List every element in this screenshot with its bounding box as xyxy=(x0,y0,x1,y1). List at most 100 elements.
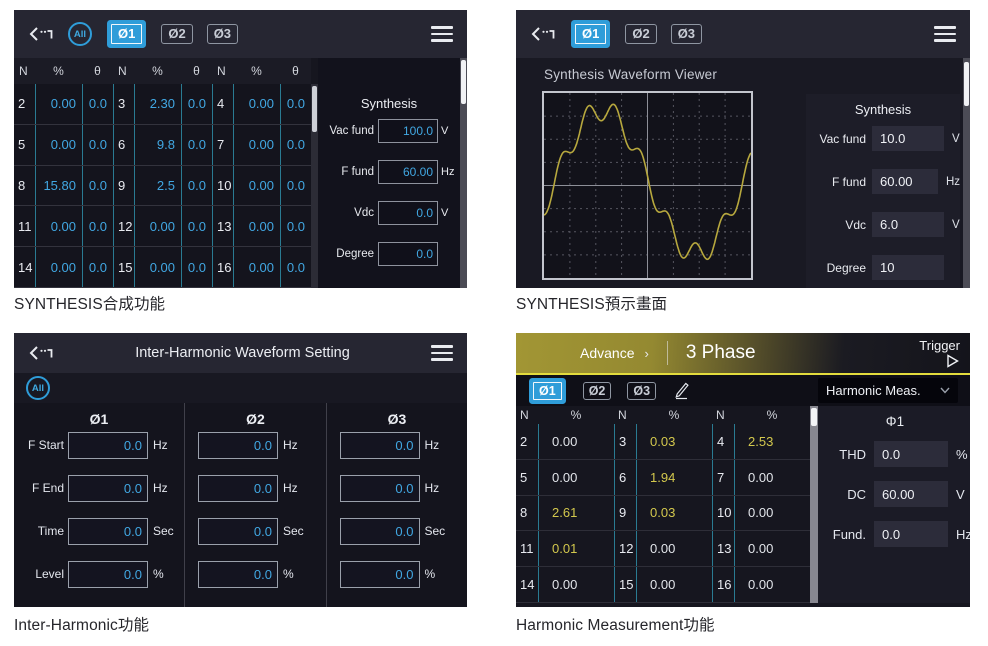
cell-theta[interactable]: 0.0 xyxy=(181,206,212,246)
back-icon[interactable] xyxy=(28,344,54,362)
measurement-mode-dropdown[interactable]: Harmonic Meas. xyxy=(818,378,958,403)
cell-percent[interactable]: 0.00 xyxy=(134,206,181,246)
cell-theta[interactable]: 0.0 xyxy=(82,206,113,246)
f-start-input[interactable]: 0.0 xyxy=(68,432,148,459)
level-input[interactable]: 0.0 xyxy=(340,561,420,588)
tab-phase-3[interactable]: Ø3 xyxy=(207,24,238,44)
synthesis-form: Synthesis Vac fund10.0V F fund60.00Hz Vd… xyxy=(806,94,960,288)
table-row: 50.000.069.80.070.000.0 xyxy=(14,125,311,166)
cell-n: 12 xyxy=(113,206,134,246)
scrollbar-thumb[interactable] xyxy=(461,60,466,104)
table-row: 140.00150.00160.00 xyxy=(516,567,810,603)
header-bar: All Ø1 Ø2 Ø3 xyxy=(14,10,467,58)
panel-scrollbar[interactable] xyxy=(460,58,467,288)
cell-theta[interactable]: 0.0 xyxy=(181,247,212,287)
cell-percent[interactable]: 0.00 xyxy=(35,206,82,246)
edit-pen-icon[interactable] xyxy=(672,381,691,400)
field-unit: Hz xyxy=(956,527,970,542)
cell-theta[interactable]: 0.0 xyxy=(280,125,311,165)
cell-percent[interactable]: 2.5 xyxy=(134,166,181,206)
trigger-button[interactable]: Trigger xyxy=(919,338,970,368)
cell-theta[interactable]: 0.0 xyxy=(280,84,311,124)
f-fund-input[interactable]: 60.00 xyxy=(872,169,938,194)
viewer-title: Synthesis Waveform Viewer xyxy=(544,67,717,82)
cell-percent[interactable]: 15.80 xyxy=(35,166,82,206)
title-divider xyxy=(667,341,668,365)
cell-percent[interactable]: 0.00 xyxy=(233,125,280,165)
tab-phase-2[interactable]: Ø2 xyxy=(161,24,192,44)
cell-theta[interactable]: 0.0 xyxy=(280,206,311,246)
field-value: 0.0 xyxy=(882,447,900,462)
cell-percent[interactable]: 0.00 xyxy=(134,247,181,287)
time-input[interactable]: 0.0 xyxy=(68,518,148,545)
degree-input[interactable]: 0.0 xyxy=(378,242,438,266)
cell-theta[interactable]: 0.0 xyxy=(82,84,113,124)
menu-icon[interactable] xyxy=(431,345,453,361)
cell-percent[interactable]: 9.8 xyxy=(134,125,181,165)
degree-input[interactable]: 10 xyxy=(872,255,944,280)
vdc-input[interactable]: 0.0 xyxy=(378,201,438,225)
cell-theta[interactable]: 0.0 xyxy=(82,166,113,206)
table-scrollbar[interactable] xyxy=(810,406,818,603)
f-end-input[interactable]: 0.0 xyxy=(340,475,420,502)
scrollbar-thumb[interactable] xyxy=(312,86,317,132)
menu-icon[interactable] xyxy=(934,26,956,42)
vac-fund-input[interactable]: 10.0 xyxy=(872,126,944,151)
field-value: 100.0 xyxy=(403,124,433,138)
field-f-start: F Start0.0Hz xyxy=(14,431,184,459)
vac-fund-input[interactable]: 100.0 xyxy=(378,119,438,143)
level-input[interactable]: 0.0 xyxy=(68,561,148,588)
tab-phase-3[interactable]: Ø3 xyxy=(627,382,656,400)
menu-icon[interactable] xyxy=(431,26,453,42)
cell-percent[interactable]: 0.00 xyxy=(233,84,280,124)
scrollbar-thumb[interactable] xyxy=(964,62,969,106)
tab-phase-3[interactable]: Ø3 xyxy=(671,24,702,44)
cell-percent[interactable]: 0.00 xyxy=(35,84,82,124)
tab-phase-2[interactable]: Ø2 xyxy=(625,24,656,44)
f-start-input[interactable]: 0.0 xyxy=(340,432,420,459)
cell-theta[interactable]: 0.0 xyxy=(181,84,212,124)
cell-percent[interactable]: 0.00 xyxy=(35,125,82,165)
vdc-input[interactable]: 6.0 xyxy=(872,212,944,237)
all-phases-button[interactable]: All xyxy=(68,22,92,46)
cell-theta[interactable]: 0.0 xyxy=(181,125,212,165)
cell-percent[interactable]: 0.00 xyxy=(35,247,82,287)
cell-theta[interactable]: 0.0 xyxy=(181,166,212,206)
f-fund-input[interactable]: 60.00 xyxy=(378,160,438,184)
level-input[interactable]: 0.0 xyxy=(198,561,278,588)
table-scrollbar[interactable] xyxy=(311,84,318,288)
panel-scrollbar[interactable] xyxy=(963,58,970,288)
f-end-input[interactable]: 0.0 xyxy=(68,475,148,502)
scrollbar-thumb[interactable] xyxy=(811,408,817,426)
field-f-end: 0.0Hz xyxy=(327,474,467,502)
tab-phase-1[interactable]: Ø1 xyxy=(533,382,562,400)
cell-percent[interactable]: 0.00 xyxy=(233,206,280,246)
thd-value-box: 0.0 xyxy=(874,441,948,467)
phase-columns: Ø1 F Start0.0Hz F End0.0Hz Time0.0Sec Le… xyxy=(14,403,467,607)
cell-theta[interactable]: 0.0 xyxy=(280,247,311,287)
field-unit: Sec xyxy=(425,524,455,538)
all-phases-button[interactable]: All xyxy=(26,376,50,400)
cell-theta[interactable]: 0.0 xyxy=(280,166,311,206)
back-icon[interactable] xyxy=(28,25,54,43)
tab-phase-1[interactable]: Ø1 xyxy=(111,24,142,44)
f-end-input[interactable]: 0.0 xyxy=(198,475,278,502)
cell-theta[interactable]: 0.0 xyxy=(82,125,113,165)
field-value: 60.00 xyxy=(403,165,433,179)
back-icon[interactable] xyxy=(530,25,556,43)
col-header-percent: % xyxy=(538,406,614,424)
tab-phase-1[interactable]: Ø1 xyxy=(575,24,606,44)
cell-percent: 0.00 xyxy=(636,531,712,566)
time-input[interactable]: 0.0 xyxy=(198,518,278,545)
tab-phase-2[interactable]: Ø2 xyxy=(583,382,612,400)
cell-percent[interactable]: 0.00 xyxy=(233,166,280,206)
field-f-start: 0.0Hz xyxy=(185,431,326,459)
phase-column-header: Ø3 xyxy=(327,407,467,431)
cell-theta[interactable]: 0.0 xyxy=(82,247,113,287)
breadcrumb-advance[interactable]: Advance xyxy=(580,345,634,361)
time-input[interactable]: 0.0 xyxy=(340,518,420,545)
cell-n: 8 xyxy=(14,166,35,206)
f-start-input[interactable]: 0.0 xyxy=(198,432,278,459)
cell-percent[interactable]: 0.00 xyxy=(233,247,280,287)
cell-percent[interactable]: 2.30 xyxy=(134,84,181,124)
